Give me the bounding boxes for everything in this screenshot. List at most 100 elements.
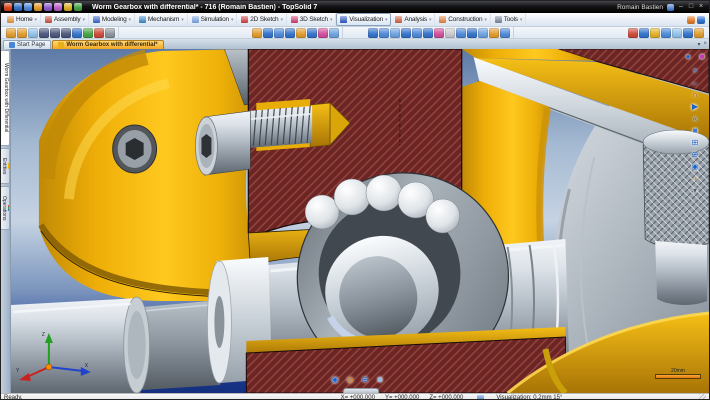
annotation-icon[interactable] — [500, 28, 510, 38]
section-plane-icon[interactable] — [628, 28, 638, 38]
pan-view-icon[interactable]: + — [689, 65, 701, 77]
minimize-icon[interactable]: – — [676, 2, 686, 12]
mate-constraint-icon[interactable] — [307, 28, 317, 38]
turntable-icon[interactable]: ◎ — [344, 374, 356, 386]
tab-dropdown-arrow[interactable]: ▾ — [35, 17, 37, 23]
magnet-icon[interactable]: ∩ — [689, 89, 701, 101]
render-mode-icon[interactable]: ◑ — [689, 173, 701, 185]
save-all-icon[interactable] — [24, 3, 32, 11]
zoom-fit-icon[interactable]: ⊕ — [359, 374, 371, 386]
selection-filter-icon[interactable] — [661, 28, 671, 38]
tab-dropdown-arrow[interactable]: ▾ — [484, 17, 486, 23]
tab-2d-sketch[interactable]: 2D Sketch▾ — [237, 13, 287, 26]
back-view-icon[interactable]: « — [689, 113, 701, 125]
find-replace-icon[interactable] — [17, 28, 27, 38]
redo-icon[interactable] — [50, 28, 60, 38]
standard-views-icon[interactable]: ■ — [374, 374, 386, 386]
tab-modeling[interactable]: Modeling▾ — [89, 13, 135, 26]
orbit-icon[interactable]: ◉ — [329, 374, 341, 386]
tab-dropdown-arrow[interactable]: ▾ — [82, 17, 84, 23]
light-icon[interactable] — [489, 28, 499, 38]
close-icon[interactable]: × — [696, 2, 706, 12]
tab-dropdown-arrow[interactable]: ▾ — [429, 17, 431, 23]
housing-screw-recess[interactable] — [113, 125, 157, 173]
redo-icon[interactable] — [54, 3, 62, 11]
orbit-view-icon[interactable]: ◉ — [689, 161, 701, 173]
draft-analysis-icon[interactable] — [445, 28, 455, 38]
tab-dropdown-arrow[interactable]: ▾ — [520, 17, 522, 23]
update-document-icon[interactable] — [83, 28, 93, 38]
maximize-icon[interactable]: □ — [686, 2, 696, 12]
fly-through-icon[interactable]: ▶ — [689, 101, 701, 113]
refresh-icon[interactable] — [74, 3, 82, 11]
edit-function-icon[interactable] — [72, 28, 82, 38]
save-icon[interactable] — [14, 3, 22, 11]
close-tab-icon[interactable]: × — [703, 41, 707, 48]
zoom-window-icon[interactable]: ⊞ — [689, 137, 701, 149]
sidebar-tab-entities[interactable]: Entities — [1, 148, 10, 184]
sidebar-tab-worm-gearbox-with-differential[interactable]: Worm Gearbox with Differential — [1, 50, 10, 146]
shaded-edges-icon[interactable] — [379, 28, 389, 38]
3d-viewport[interactable]: Z X Y ●■ +←∩▶«■⊞⊕◉◑▾ ◉◎⊕■ 20mm — [11, 49, 709, 393]
section-view-icon[interactable] — [423, 28, 433, 38]
user-account-icon[interactable] — [667, 4, 674, 11]
tab-dropdown-arrow[interactable]: ▾ — [330, 17, 332, 23]
perspective-icon[interactable] — [412, 28, 422, 38]
bottom-toolbar-handle[interactable] — [343, 388, 379, 393]
interrupt-icon[interactable] — [105, 28, 115, 38]
help-icon[interactable] — [697, 16, 705, 24]
shaft-end[interactable] — [11, 297, 150, 393]
undo-icon[interactable] — [44, 3, 52, 11]
tab-dropdown-arrow[interactable]: ▾ — [129, 17, 131, 23]
collapse-icon[interactable]: ▾ — [697, 41, 700, 48]
doctab-start-page[interactable]: Start Page — [3, 40, 51, 49]
search-icon[interactable] — [687, 16, 695, 24]
screen-icon[interactable]: ■ — [689, 125, 701, 137]
sidebar-tab-operations[interactable]: Operations — [1, 186, 10, 230]
resize-grip[interactable] — [699, 394, 706, 400]
user-session-icon[interactable] — [94, 28, 104, 38]
background-icon[interactable] — [467, 28, 477, 38]
orbit-sphere-icon[interactable] — [683, 28, 693, 38]
section-plane-icon[interactable]: ■ — [696, 51, 708, 63]
tab-construction[interactable]: Construction▾ — [435, 13, 490, 26]
tab-3d-sketch[interactable]: 3D Sketch▾ — [287, 13, 337, 26]
standard-component-icon[interactable] — [274, 28, 284, 38]
environment-icon[interactable] — [456, 28, 466, 38]
more-tools-icon[interactable]: ▾ — [689, 185, 701, 197]
filter-icon[interactable] — [28, 28, 38, 38]
pattern-icon[interactable] — [285, 28, 295, 38]
hidden-line-icon[interactable] — [401, 28, 411, 38]
undo-icon[interactable] — [39, 28, 49, 38]
tab-dropdown-arrow[interactable]: ▾ — [181, 17, 183, 23]
tab-home[interactable]: Home▾ — [3, 13, 41, 26]
visualization-setting[interactable]: Visualization: 0,2mm 15° — [496, 395, 562, 400]
world-axis-icon[interactable] — [639, 28, 649, 38]
camera-icon[interactable] — [478, 28, 488, 38]
tab-assembly[interactable]: Assembly▾ — [41, 13, 89, 26]
wireframe-icon[interactable] — [390, 28, 400, 38]
tab-simulation[interactable]: Simulation▾ — [188, 13, 238, 26]
history-icon[interactable] — [61, 28, 71, 38]
tab-mechanism[interactable]: Mechanism▾ — [135, 13, 188, 26]
topsolid-logo-icon[interactable] — [4, 3, 12, 11]
tab-analysis[interactable]: Analysis▾ — [391, 13, 435, 26]
tab-tools[interactable]: Tools▾ — [491, 13, 527, 26]
tab-dropdown-arrow[interactable]: ▾ — [385, 17, 387, 23]
doctab-worm-gearbox-with-differential[interactable]: Worm Gearbox with differential* — [52, 40, 163, 49]
bill-of-material-icon[interactable] — [329, 28, 339, 38]
visualization-icon[interactable] — [477, 395, 484, 400]
world-icon[interactable]: ● — [682, 51, 694, 63]
include-part-icon[interactable] — [263, 28, 273, 38]
tab-visualization[interactable]: Visualization▾ — [336, 13, 391, 26]
zoom-icon[interactable]: ⊕ — [689, 149, 701, 161]
display-filter-icon[interactable] — [650, 28, 660, 38]
exploded-view-icon[interactable] — [318, 28, 328, 38]
tab-dropdown-arrow[interactable]: ▾ — [280, 17, 282, 23]
render-sphere-icon[interactable] — [694, 28, 704, 38]
new-document-icon[interactable] — [34, 3, 42, 11]
mirror-icon[interactable] — [296, 28, 306, 38]
edit-icon[interactable] — [64, 3, 72, 11]
transparency-icon[interactable] — [434, 28, 444, 38]
zoom-selection-icon[interactable] — [672, 28, 682, 38]
